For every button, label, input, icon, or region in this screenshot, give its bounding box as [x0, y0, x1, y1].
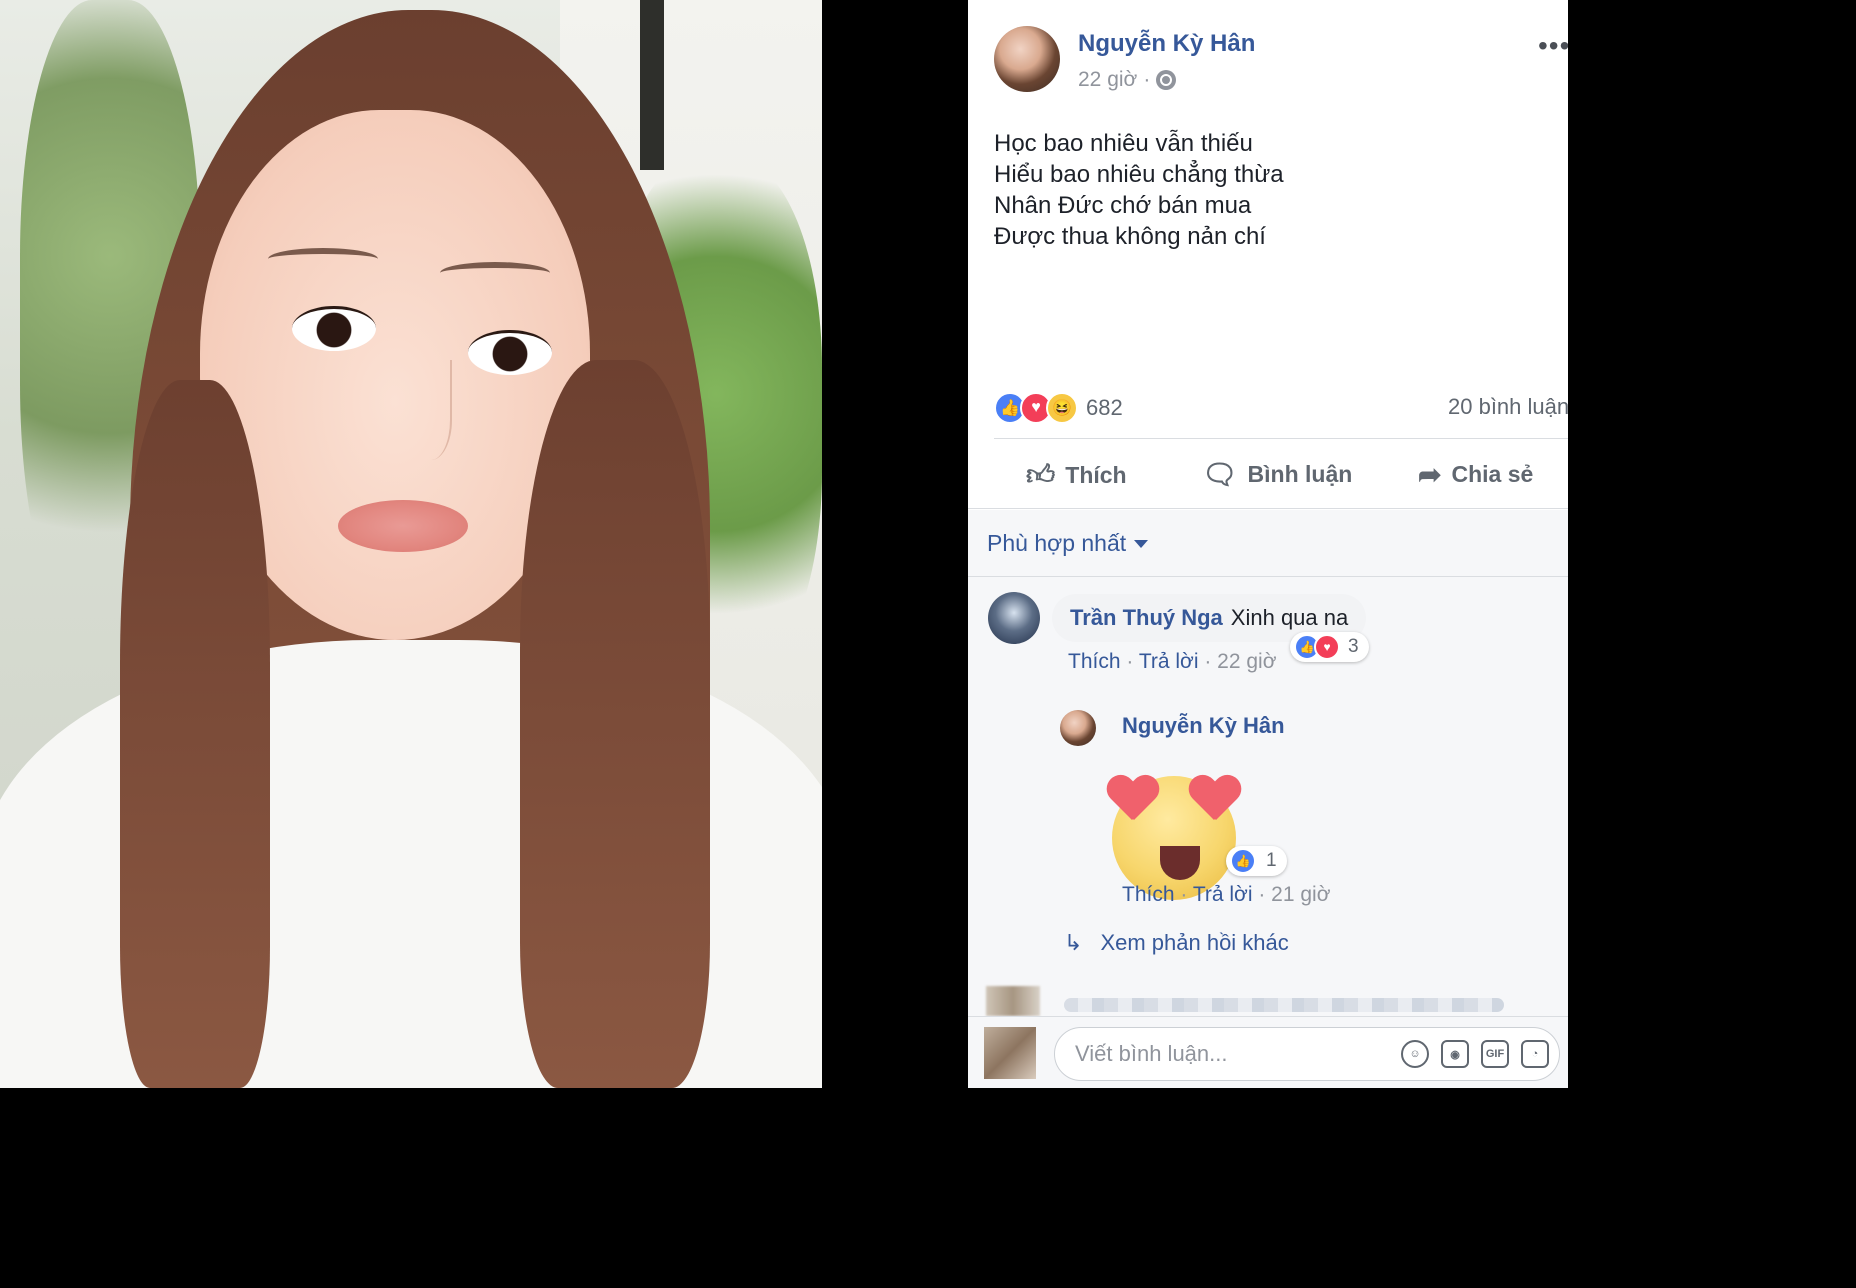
composer-icons: ☺ ◉ GIF ◔ — [1401, 1040, 1549, 1068]
heart-eye-left-icon — [1106, 776, 1158, 824]
thumbs-up-icon: 👍︎ — [1026, 459, 1056, 490]
comment-reaction-count: 3 — [1348, 636, 1359, 657]
like-reaction-icon: 👍 — [1230, 848, 1256, 874]
separator: · — [1204, 650, 1218, 673]
reply-like-link[interactable]: Thích — [1122, 883, 1175, 906]
post-meta: 22 giờ · — [1078, 68, 1177, 92]
separator: · — [1180, 883, 1193, 906]
blurred-avatar — [986, 986, 1040, 1016]
divider — [968, 508, 1568, 509]
more-options-icon[interactable]: ••• — [1538, 30, 1568, 62]
separator: · — [1126, 650, 1139, 673]
comment-sort-bar: Phù hợp nhất — [968, 510, 1568, 576]
photo-background-post — [640, 0, 664, 170]
comment-input[interactable] — [1073, 1040, 1377, 1068]
reply-reaction-count: 1 — [1266, 850, 1277, 871]
post-sidebar: Nguyễn Kỳ Hân 22 giờ · ••• Học bao nhiêu… — [968, 0, 1568, 1088]
post-time[interactable]: 22 giờ — [1078, 68, 1137, 92]
like-button[interactable]: 👍︎ Thích — [1026, 458, 1127, 492]
post-line: Được thua không nản chí — [994, 223, 1266, 250]
sort-label: Phù hợp nhất — [987, 530, 1127, 556]
reaction-summary[interactable]: 👍 ♥ 😆 682 — [994, 392, 1123, 424]
post-line: Nhân Đức chớ bán mua — [994, 192, 1252, 219]
comment-button[interactable]: 🗨︎ Bình luận — [1202, 458, 1352, 491]
reaction-count[interactable]: 682 — [1086, 395, 1123, 421]
love-reaction-icon: ♥ — [1314, 634, 1340, 660]
author-avatar[interactable] — [994, 26, 1060, 92]
reply-reply-link[interactable]: Trả lời — [1193, 883, 1253, 906]
commenter-name[interactable]: Trần Thuý Nga — [1070, 605, 1223, 631]
photo-eye-right — [468, 330, 552, 375]
post-text: Học bao nhiêu vẫn thiếu Hiểu bao nhiêu c… — [994, 128, 1284, 252]
blurred-text — [1064, 998, 1504, 1012]
photo-brow-right — [440, 262, 550, 284]
sticker-icon[interactable]: ◔ — [1521, 1040, 1549, 1068]
view-more-replies-link[interactable]: ↳ Xem phản hồi khác — [1064, 930, 1289, 956]
comment-time[interactable]: 22 giờ — [1217, 650, 1276, 673]
reply-avatar[interactable] — [1060, 710, 1096, 746]
share-arrow-icon: ➦ — [1418, 459, 1442, 490]
photo-lips — [338, 500, 468, 552]
comment-input-wrapper[interactable]: ☺ ◉ GIF ◔ — [1054, 1027, 1560, 1081]
haha-reaction-icon: 😆 — [1046, 392, 1078, 424]
reply-actions: Thích · Trả lời · 21 giờ — [1122, 883, 1330, 907]
emoji-icon[interactable]: ☺ — [1401, 1040, 1429, 1068]
caret-down-icon — [1134, 539, 1149, 548]
comment-text: Xinh qua na — [1230, 605, 1349, 630]
photo-brow-left — [268, 248, 378, 270]
author-name[interactable]: Nguyễn Kỳ Hân — [1078, 30, 1255, 58]
post-line: Hiểu bao nhiêu chẳng thừa — [994, 161, 1284, 188]
speech-bubble-icon: 🗨︎ — [1202, 459, 1238, 490]
comment-reply-link[interactable]: Trả lời — [1139, 650, 1199, 673]
comment-composer: ☺ ◉ GIF ◔ — [968, 1016, 1568, 1088]
comment-label: Bình luận — [1247, 461, 1353, 487]
like-label: Thích — [1065, 461, 1127, 488]
share-button[interactable]: ➦ Chia sẻ — [1418, 458, 1533, 491]
comment-reaction-summary[interactable]: 👍 ♥ 3 — [1290, 632, 1369, 662]
comment-like-link[interactable]: Thích — [1068, 650, 1121, 673]
reply-time[interactable]: 21 giờ — [1271, 883, 1330, 906]
comment-actions: Thích · Trả lời · 22 giờ — [1068, 650, 1276, 674]
comment-count[interactable]: 20 bình luận — [1448, 394, 1568, 420]
more-replies-label: Xem phản hồi khác — [1100, 930, 1289, 955]
post-actions: 👍︎ Thích 🗨︎ Bình luận ➦ Chia sẻ — [968, 448, 1568, 502]
photo-nose — [400, 360, 452, 460]
divider — [994, 438, 1568, 439]
reply-reaction-summary[interactable]: 👍 1 — [1226, 846, 1287, 876]
reply-arrow-icon: ↳ — [1064, 930, 1083, 955]
post-line: Học bao nhiêu vẫn thiếu — [994, 130, 1253, 157]
photo-hair-front-left — [120, 380, 270, 1088]
reply-author-name[interactable]: Nguyễn Kỳ Hân — [1122, 713, 1285, 739]
meta-separator: · — [1143, 68, 1151, 91]
photo-hair-front-right — [520, 360, 710, 1088]
comment-sort-dropdown[interactable]: Phù hợp nhất — [987, 530, 1149, 557]
current-user-avatar — [984, 1027, 1036, 1079]
separator: · — [1258, 883, 1272, 906]
commenter-avatar[interactable] — [988, 592, 1040, 644]
camera-icon[interactable]: ◉ — [1441, 1040, 1469, 1068]
gif-icon[interactable]: GIF — [1481, 1040, 1509, 1068]
post-photo[interactable] — [0, 0, 822, 1088]
share-label: Chia sẻ — [1451, 461, 1534, 487]
blurred-comment — [986, 986, 1546, 1016]
photo-eye-left — [292, 306, 376, 351]
heart-eye-right-icon — [1188, 776, 1240, 824]
globe-icon[interactable] — [1156, 70, 1177, 90]
